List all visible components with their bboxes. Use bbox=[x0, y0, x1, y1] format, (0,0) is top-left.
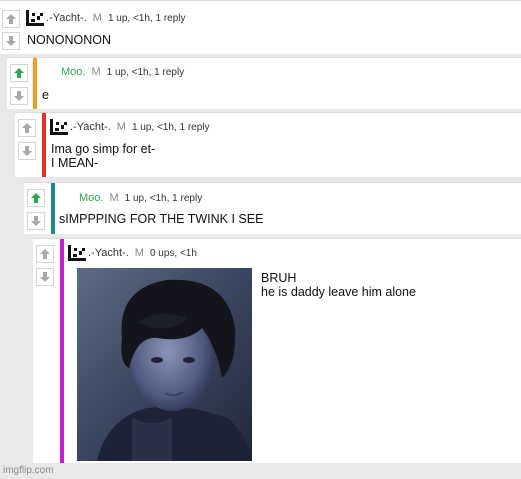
comment: .-Yacht-. M 1 up, <1h, 1 reply NONONONON bbox=[0, 0, 521, 54]
upvote-button[interactable] bbox=[36, 245, 54, 263]
downvote-button[interactable] bbox=[2, 32, 20, 50]
username[interactable]: .-Yacht-. bbox=[70, 121, 111, 133]
comment: Moo. M 1 up, <1h, 1 reply e bbox=[7, 57, 521, 109]
comment-text: Ima go simp for et- I MEAN- bbox=[51, 142, 155, 170]
comment-stats: 0 ups, <1h bbox=[149, 247, 197, 259]
comment-text-line: BRUH bbox=[261, 271, 297, 285]
downvote-button[interactable] bbox=[27, 212, 45, 230]
comment-image[interactable] bbox=[77, 268, 252, 461]
watermark: imgflip.com bbox=[3, 465, 54, 476]
username[interactable]: .-Yacht-. bbox=[46, 12, 87, 24]
upvote-button[interactable] bbox=[18, 119, 36, 137]
comment-header: .-Yacht-. M 1 up, <1h, 1 reply bbox=[26, 10, 186, 26]
downvote-button[interactable] bbox=[10, 87, 28, 105]
arrow-down-icon bbox=[31, 216, 41, 226]
upvote-button[interactable] bbox=[27, 189, 45, 207]
comment-stats: 1 up, <1h, 1 reply bbox=[106, 66, 185, 78]
mod-badge: M bbox=[91, 66, 101, 78]
username[interactable]: .-Yacht-. bbox=[88, 247, 129, 259]
arrow-down-icon bbox=[22, 146, 32, 156]
downvote-button[interactable] bbox=[36, 268, 54, 286]
username[interactable]: Moo. bbox=[79, 192, 103, 204]
comment-stats: 1 up, <1h, 1 reply bbox=[131, 121, 210, 133]
comment-text: NONONONON bbox=[27, 33, 112, 47]
comment-header: Moo. M 1 up, <1h, 1 reply bbox=[79, 190, 202, 206]
mod-badge: M bbox=[92, 12, 102, 24]
comment-header: .-Yacht-. M 0 ups, <1h bbox=[68, 245, 197, 261]
comment-text-line: he is daddy leave him alone bbox=[261, 285, 416, 299]
comment-header: .-Yacht-. M 1 up, <1h, 1 reply bbox=[50, 119, 210, 135]
arrow-down-icon bbox=[14, 91, 24, 101]
portrait-image bbox=[77, 268, 252, 461]
avatar[interactable] bbox=[26, 10, 44, 26]
comment-text: BRUH he is daddy leave him alone bbox=[261, 271, 416, 299]
arrow-up-icon bbox=[31, 193, 41, 203]
upvote-button[interactable] bbox=[2, 10, 20, 28]
username[interactable]: Moo. bbox=[61, 66, 85, 78]
thread-bar bbox=[51, 183, 55, 234]
comment-text-line: Ima go simp for et- bbox=[51, 142, 156, 156]
comment-text-line: I MEAN- bbox=[51, 156, 99, 170]
comment-text: sIMPPPING FOR THE TWINK I SEE bbox=[59, 212, 264, 226]
comment: Moo. M 1 up, <1h, 1 reply sIMPPPING FOR … bbox=[24, 182, 521, 234]
thread-bar bbox=[60, 239, 64, 463]
arrow-up-icon bbox=[14, 68, 24, 78]
comment: .-Yacht-. M 0 ups, <1h BRUH he is daddy … bbox=[33, 238, 521, 463]
avatar[interactable] bbox=[50, 119, 68, 135]
arrow-up-icon bbox=[6, 14, 16, 24]
arrow-down-icon bbox=[6, 36, 16, 46]
comment-text: e bbox=[42, 88, 49, 102]
downvote-button[interactable] bbox=[18, 142, 36, 160]
mod-badge: M bbox=[116, 121, 126, 133]
arrow-down-icon bbox=[40, 272, 50, 282]
comment-stats: 1 up, <1h, 1 reply bbox=[107, 12, 186, 24]
comment-stats: 1 up, <1h, 1 reply bbox=[124, 192, 203, 204]
comment-header: Moo. M 1 up, <1h, 1 reply bbox=[61, 64, 184, 80]
mod-badge: M bbox=[134, 247, 144, 259]
thread-bar bbox=[33, 58, 37, 109]
arrow-up-icon bbox=[40, 249, 50, 259]
mod-badge: M bbox=[109, 192, 119, 204]
comment: .-Yacht-. M 1 up, <1h, 1 reply Ima go si… bbox=[15, 112, 521, 177]
arrow-up-icon bbox=[22, 123, 32, 133]
avatar[interactable] bbox=[68, 245, 86, 261]
thread-bar bbox=[42, 113, 46, 177]
upvote-button[interactable] bbox=[10, 64, 28, 82]
